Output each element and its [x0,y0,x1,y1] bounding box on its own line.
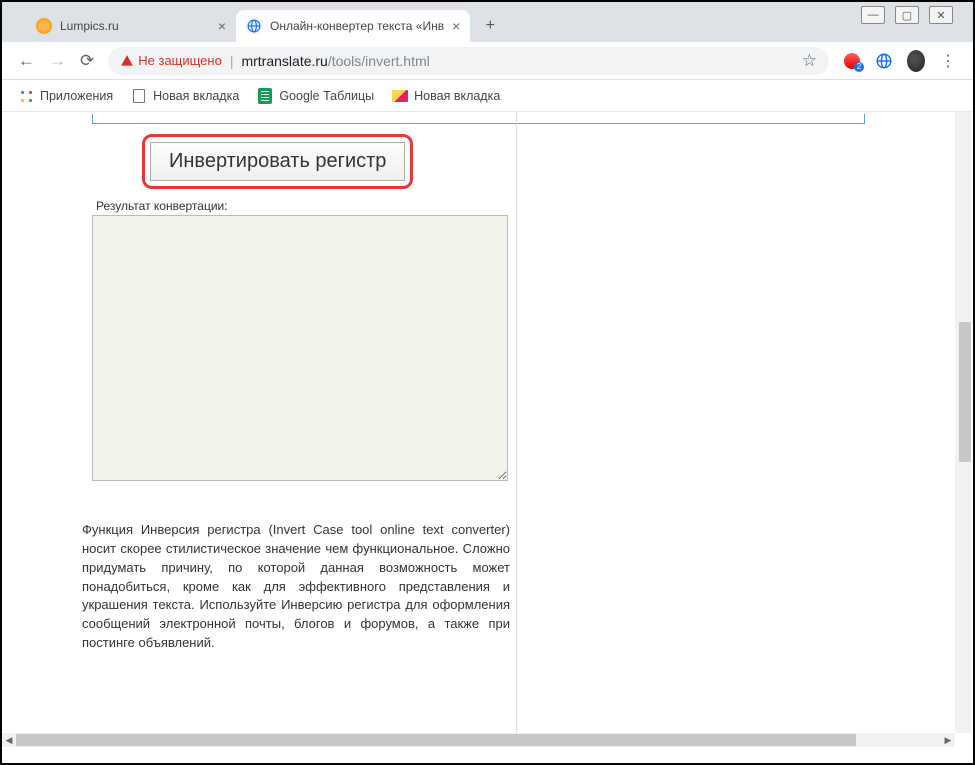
result-label: Результат конвертации: [96,199,955,213]
file-icon [131,88,147,104]
tab-title: Lumpics.ru [60,19,210,33]
horizontal-scrollbar-thumb[interactable] [16,734,856,746]
url-input[interactable]: Не защищено | mrtranslate.ru/tools/inver… [108,47,829,75]
tab-strip: Lumpics.ru × Онлайн-конвертер текста «Ин… [2,2,973,42]
back-button[interactable]: ← [18,51,35,71]
minimize-button[interactable]: — [861,6,885,24]
translate-extension-icon[interactable] [875,52,893,70]
bm-label: Новая вкладка [414,89,500,103]
not-secure-indicator[interactable]: Не защищено [120,53,222,68]
scroll-right-arrow-icon[interactable]: ▶ [941,733,955,747]
bm-label: Новая вкладка [153,89,239,103]
url-text: mrtranslate.ru/tools/invert.html [241,53,429,69]
tab-mrtranslate[interactable]: Онлайн-конвертер текста «Инв × [236,10,470,42]
content-area: Инвертировать регистр Результат конверта… [2,112,973,747]
page-viewport: Инвертировать регистр Результат конверта… [2,112,955,733]
opera-extension-icon[interactable]: 2 [843,52,861,70]
new-tab-button[interactable]: + [476,12,504,40]
invert-case-button[interactable]: Инвертировать регистр [150,142,405,181]
not-secure-label: Не защищено [138,53,222,68]
bm-label: Приложения [40,89,113,103]
apps-button[interactable]: Приложения [18,88,113,104]
scroll-left-arrow-icon[interactable]: ◀ [2,733,16,747]
favicon-lumpics [36,18,52,34]
url-separator: | [230,53,234,69]
close-window-button[interactable]: ✕ [929,6,953,24]
close-icon[interactable]: × [218,18,226,34]
extension-icons: 2 ⋮ [843,52,957,70]
forward-button: → [49,51,66,71]
bookmark-new-tab-1[interactable]: Новая вкладка [131,88,239,104]
invert-button-highlight: Инвертировать регистр [142,134,413,189]
tab-lumpics[interactable]: Lumpics.ru × [26,10,236,42]
bookmark-new-tab-2[interactable]: Новая вкладка [392,88,500,104]
bookmarks-bar: Приложения Новая вкладка Google Таблицы … [2,80,973,112]
tab-title: Онлайн-конвертер текста «Инв [270,19,444,33]
bookmark-star-icon[interactable]: ☆ [802,51,817,71]
content-divider [516,112,517,733]
description-text: Функция Инверсия регистра (Invert Case t… [82,521,510,653]
sheets-icon [257,88,273,104]
reload-button[interactable]: ⟳ [80,51,94,71]
photo-icon [392,88,408,104]
result-textarea[interactable] [92,215,508,481]
favicon-globe [246,18,262,34]
maximize-button[interactable]: ▢ [895,6,919,24]
apps-icon [18,88,34,104]
vertical-scrollbar-thumb[interactable] [959,322,971,462]
address-bar: ← → ⟳ Не защищено | mrtranslate.ru/tools… [2,42,973,80]
close-icon[interactable]: × [452,18,460,34]
source-textarea-bottom[interactable] [92,114,865,124]
extension-badge: 2 [854,62,864,72]
bm-label: Google Таблицы [279,89,374,103]
bookmark-google-sheets[interactable]: Google Таблицы [257,88,374,104]
profile-avatar[interactable] [907,52,925,70]
browser-menu-icon[interactable]: ⋮ [939,52,957,70]
window-controls: — ▢ ✕ [861,6,953,24]
